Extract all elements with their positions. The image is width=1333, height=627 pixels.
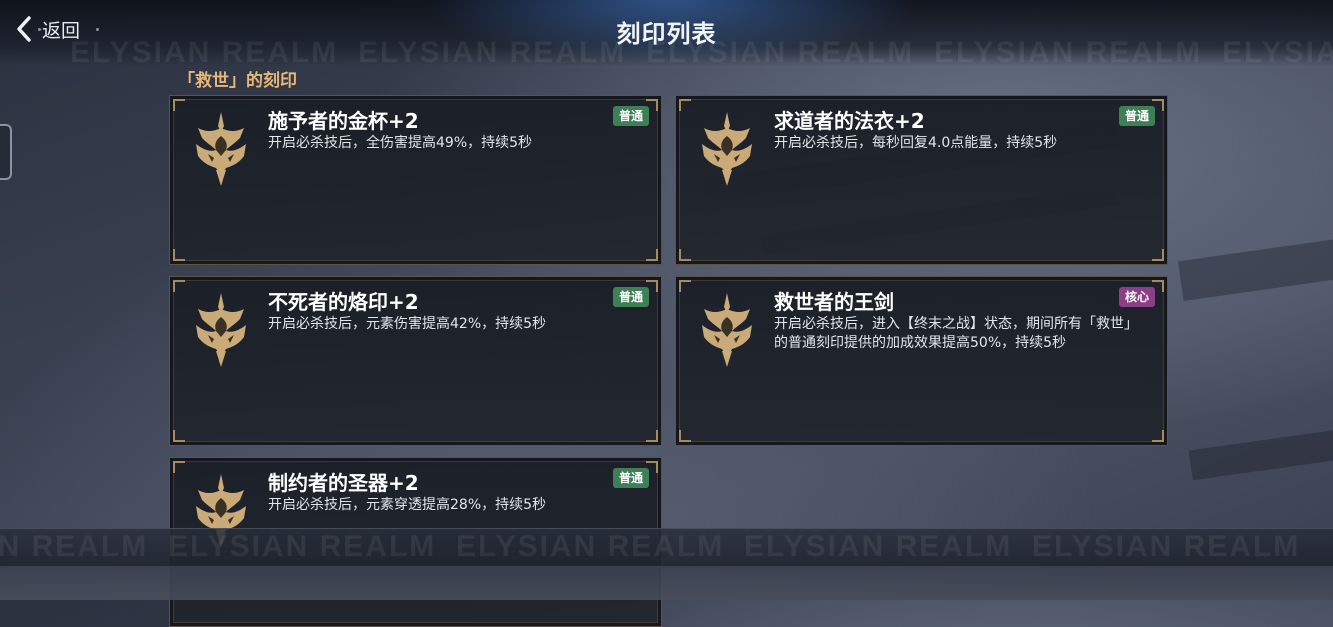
card-corner <box>1152 430 1164 442</box>
rarity-badge: 普通 <box>612 468 649 488</box>
card-name: 救世者的王剑 <box>774 290 894 314</box>
card-description: 开启必杀技后，全伤害提高49%，持续5秒 <box>268 135 533 151</box>
background-streak <box>1188 429 1333 481</box>
card-name: 求道者的法衣+2 <box>774 109 925 133</box>
card-description: 开启必杀技后，进入【终末之战】状态，期间所有「救世」的普通刻印提供的加成效果提高… <box>774 316 1138 351</box>
engraving-card[interactable]: 不死者的烙印+2 开启必杀技后，元素伤害提高42%，持续5秒 普通 <box>169 276 662 446</box>
watermark-text: ELYSIAN REALM <box>168 530 437 563</box>
saviour-emblem-icon <box>196 112 246 186</box>
card-corner <box>679 249 691 261</box>
saviour-emblem-icon <box>702 112 752 186</box>
card-corner <box>646 249 658 261</box>
card-corner <box>679 280 691 292</box>
card-corner <box>173 461 185 473</box>
card-name: 施予者的金杯+2 <box>268 109 419 133</box>
rarity-badge: 普通 <box>612 287 649 307</box>
watermark-text: ELYSIAN REALM <box>744 530 1013 563</box>
card-corner <box>1152 249 1164 261</box>
card-description: 开启必杀技后，每秒回复4.0点能量，持续5秒 <box>774 135 1058 151</box>
rarity-badge: 普通 <box>612 106 649 126</box>
section-title: 「救世」的刻印 <box>178 71 297 91</box>
card-corner <box>173 249 185 261</box>
card-corner <box>679 430 691 442</box>
card-corner <box>679 99 691 111</box>
rarity-badge: 核心 <box>1118 287 1155 307</box>
engraving-card[interactable]: 施予者的金杯+2 开启必杀技后，全伤害提高49%，持续5秒 普通 <box>169 95 662 265</box>
card-corner <box>173 99 185 111</box>
watermark-text: ELYSIAN REALM <box>0 530 149 563</box>
saviour-emblem-icon <box>702 293 752 367</box>
page-title: 刻印列表 <box>616 20 717 48</box>
side-tab[interactable] <box>0 124 12 180</box>
watermark-text: ELYSIAN REALM <box>456 530 725 563</box>
card-corner <box>173 430 185 442</box>
background-streak <box>1177 239 1333 301</box>
bottom-fade <box>0 566 1333 600</box>
rarity-badge: 普通 <box>1118 106 1155 126</box>
engraving-card[interactable]: 救世者的王剑 开启必杀技后，进入【终末之战】状态，期间所有「救世」的普通刻印提供… <box>675 276 1168 446</box>
engraving-card[interactable]: 求道者的法衣+2 开启必杀技后，每秒回复4.0点能量，持续5秒 普通 <box>675 95 1168 265</box>
card-description: 开启必杀技后，元素穿透提高28%，持续5秒 <box>268 497 547 513</box>
watermark-text: ELYSIAN REALM <box>1032 530 1301 563</box>
card-corner <box>173 280 185 292</box>
card-corner <box>646 430 658 442</box>
card-name: 不死者的烙印+2 <box>268 290 419 314</box>
card-name: 制约者的圣器+2 <box>268 471 419 495</box>
saviour-emblem-icon <box>196 293 246 367</box>
card-description: 开启必杀技后，元素伤害提高42%，持续5秒 <box>268 316 547 332</box>
